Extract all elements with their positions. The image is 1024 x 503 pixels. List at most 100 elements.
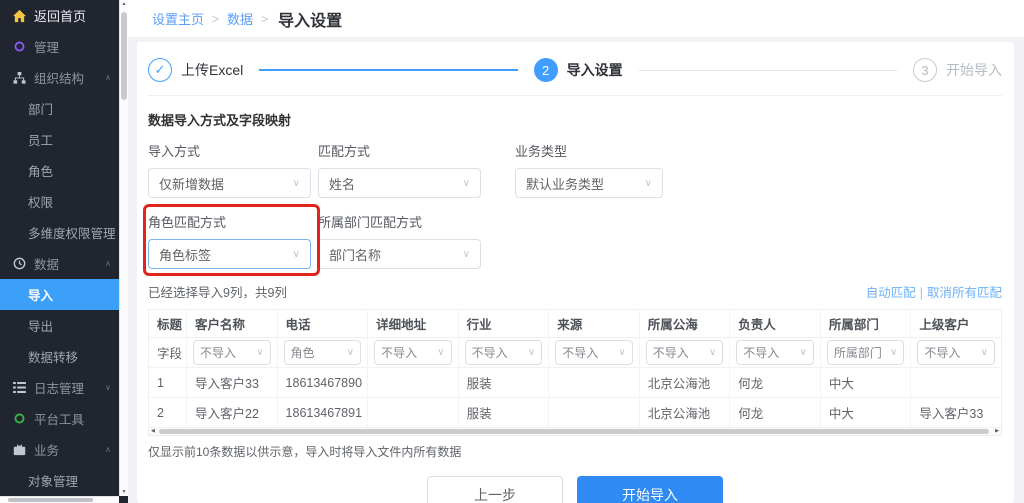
field-mapping-select[interactable]: 不导入 ∨: [374, 340, 452, 365]
field-mapping-select[interactable]: 不导入∨: [646, 340, 724, 365]
role-match-select[interactable]: 角色标签 ∨: [148, 239, 311, 269]
sidebar-item-返回首页[interactable]: 返回首页: [0, 0, 119, 31]
chevron-down-icon: ∨: [618, 347, 625, 358]
sidebar: 返回首页管理组织结构∧部门员工角色权限多维度权限管理数据 ∧ 导入导出数据转移日志管…: [0, 0, 128, 503]
steps-bar: ✓ 上传Excel 2 导入设置 3 开始导入: [148, 52, 1002, 82]
auto-match-link[interactable]: 自动匹配: [866, 286, 916, 300]
sidebar-item-权限[interactable]: 权限: [0, 186, 119, 217]
org-icon: [12, 72, 27, 84]
field-mapping-select[interactable]: 不导入∨: [555, 340, 633, 365]
sidebar-item-label: 多维度权限管理: [28, 223, 116, 242]
select-value: 角色: [291, 344, 315, 361]
chevron-up-icon: ∧: [105, 73, 111, 82]
field-mapping-select[interactable]: 所属部门∨: [827, 340, 905, 365]
sidebar-horizontal-scrollbar[interactable]: [0, 496, 119, 503]
select-value: 不导入: [381, 344, 417, 361]
mapping-summary: 已经选择导入9列，共9列: [148, 282, 287, 301]
sidebar-item-导入[interactable]: 导入: [0, 279, 119, 310]
field-mapping-select[interactable]: 不导入∨: [193, 340, 271, 365]
cancel-all-match-link[interactable]: 取消所有匹配: [927, 286, 1002, 300]
ring-green-icon: [12, 413, 27, 424]
match-mode-select[interactable]: 姓名 ∨: [318, 168, 481, 198]
form-group-role-match: 角色匹配方式 角色标签 ∨: [148, 212, 311, 269]
sidebar-item-管理[interactable]: 管理: [0, 31, 119, 62]
sidebar-item-label: 平台工具: [34, 409, 84, 428]
table-horizontal-scrollbar[interactable]: ◀ ▶: [148, 428, 1002, 436]
sidebar-item-员工[interactable]: 员工: [0, 124, 119, 155]
sidebar-item-数据转移[interactable]: 数据转移: [0, 341, 119, 372]
step-label: 上传Excel: [181, 60, 243, 80]
field-mapping-select[interactable]: 不导入∨: [465, 340, 543, 365]
business-type-select[interactable]: 默认业务类型 ∨: [515, 168, 663, 198]
form-row-1: 导入方式 仅新增数据 ∨ 匹配方式 姓名 ∨ 业务类型 默认业务类型 ∨: [148, 141, 1002, 198]
breadcrumb-link-settings-home[interactable]: 设置主页: [152, 9, 204, 28]
mapping-links: 自动匹配|取消所有匹配: [866, 282, 1002, 301]
field-row-label: 字段: [149, 338, 187, 368]
divider: [148, 95, 1002, 96]
chevron-down-icon: ∨: [256, 347, 263, 358]
select-value: 仅新增数据: [159, 174, 224, 193]
column-header: 所属部门: [820, 310, 911, 338]
table-cell: 1: [149, 368, 187, 398]
table-cell: 服装: [458, 398, 549, 428]
sidebar-item-数据[interactable]: 数据 ∧: [0, 248, 119, 279]
table-cell: 何龙: [730, 368, 821, 398]
table-cell: 北京公海池: [639, 398, 730, 428]
field-mapping-select[interactable]: 不导入∨: [736, 340, 814, 365]
sidebar-item-部门[interactable]: 部门: [0, 93, 119, 124]
select-value: 部门名称: [329, 245, 381, 264]
field-mapping-row: 字段不导入∨角色∨不导入∨不导入∨不导入∨不导入∨不导入∨所属部门∨不导入∨: [149, 338, 1002, 368]
sidebar-item-平台工具[interactable]: 平台工具: [0, 403, 119, 434]
scrollbar-thumb[interactable]: [8, 498, 93, 502]
scroll-left-icon[interactable]: ◀: [151, 428, 155, 435]
previous-step-button[interactable]: 上一步: [427, 476, 563, 503]
home-icon: [12, 9, 27, 23]
sidebar-item-对象管理[interactable]: 对象管理: [0, 465, 119, 496]
breadcrumb: 设置主页 > 数据 > 导入设置: [128, 0, 1024, 37]
chevron-down-icon: ∨: [437, 347, 444, 358]
department-match-select[interactable]: 部门名称 ∨: [318, 239, 481, 269]
table-cell: 导入客户33: [187, 368, 278, 398]
table-cell: 何龙: [730, 398, 821, 428]
column-header: 来源: [549, 310, 640, 338]
step-upload-excel: ✓ 上传Excel: [148, 58, 243, 82]
table-cell: 2: [149, 398, 187, 428]
sidebar-item-label: 数据转移: [28, 347, 78, 366]
chevron-down-icon: ∨: [528, 347, 535, 358]
scroll-down-icon[interactable]: ▼: [120, 488, 128, 496]
step-connector-pending: [639, 70, 897, 71]
form-group-import-mode: 导入方式 仅新增数据 ∨: [148, 141, 311, 198]
sidebar-item-label: 数据: [34, 254, 59, 273]
field-mapping-cell: 不导入 ∨: [368, 338, 459, 368]
sidebar-item-角色[interactable]: 角色: [0, 155, 119, 186]
scrollbar-thumb[interactable]: [121, 12, 127, 100]
footer-buttons: 上一步 开始导入: [148, 476, 1002, 503]
table-cell: 中大: [820, 368, 911, 398]
field-label: 所属部门匹配方式: [318, 212, 481, 231]
select-value: 默认业务类型: [526, 174, 604, 193]
select-value: 所属部门: [834, 344, 882, 361]
start-import-button[interactable]: 开始导入: [577, 476, 723, 503]
breadcrumb-link-data[interactable]: 数据: [227, 9, 253, 28]
chevron-up-icon: ∧: [105, 259, 111, 268]
table-header-row: 标题客户名称电话详细地址行业来源所属公海负责人所属部门上级客户: [149, 310, 1002, 338]
scroll-up-icon[interactable]: ▲: [120, 0, 128, 8]
sidebar-item-label: 对象管理: [28, 471, 78, 490]
field-mapping-cell: 不导入∨: [549, 338, 640, 368]
sidebar-item-多维度权限管理[interactable]: 多维度权限管理: [0, 217, 119, 248]
column-header: 负责人: [730, 310, 821, 338]
field-mapping-select[interactable]: 不导入∨: [917, 340, 995, 365]
column-header: 所属公海: [639, 310, 730, 338]
sidebar-item-导出[interactable]: 导出: [0, 310, 119, 341]
sidebar-item-业务[interactable]: 业务∧: [0, 434, 119, 465]
sidebar-item-label: 员工: [28, 130, 53, 149]
scrollbar-thumb[interactable]: [159, 429, 989, 434]
sidebar-item-组织结构[interactable]: 组织结构∧: [0, 62, 119, 93]
sidebar-vertical-scrollbar[interactable]: ▲ ▼: [119, 0, 128, 496]
import-mode-select[interactable]: 仅新增数据 ∨: [148, 168, 311, 198]
sidebar-item-日志管理[interactable]: 日志管理∨: [0, 372, 119, 403]
chevron-down-icon: ∨: [800, 347, 807, 358]
field-mapping-select[interactable]: 角色∨: [284, 340, 362, 365]
scroll-right-icon[interactable]: ▶: [995, 428, 999, 435]
table-cell: 导入客户33: [911, 398, 1002, 428]
